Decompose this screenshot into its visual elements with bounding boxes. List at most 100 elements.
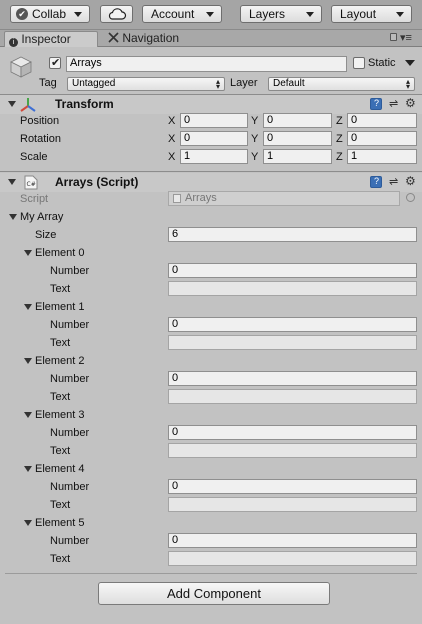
axis-x-label: X: [168, 151, 176, 163]
scale-label: Scale: [20, 151, 48, 163]
position-y-field[interactable]: 0: [263, 113, 332, 128]
csharp-script-icon: C#: [24, 175, 38, 190]
static-label: Static: [368, 57, 396, 69]
layout-dropdown[interactable]: Layout: [331, 5, 412, 23]
tag-dropdown[interactable]: Untagged ▴ ▾: [67, 77, 225, 91]
navigation-icon: [108, 32, 119, 43]
number-label: Number: [50, 265, 90, 277]
scale-z-field[interactable]: 1: [347, 149, 417, 164]
element-text-field[interactable]: [168, 497, 417, 512]
axis-y-label: Y: [251, 133, 259, 145]
preset-icon[interactable]: ⇌: [389, 98, 401, 110]
chevron-down-icon: [206, 12, 214, 17]
element-text-field[interactable]: [168, 443, 417, 458]
info-icon: i: [9, 38, 18, 47]
array-size-field[interactable]: 6: [168, 227, 417, 242]
rotation-y-field[interactable]: 0: [263, 131, 332, 146]
element-label[interactable]: Element 3: [35, 408, 85, 422]
text-label: Text: [50, 283, 71, 295]
element-number-field[interactable]: 0: [168, 371, 417, 386]
divider: [0, 171, 422, 172]
chevron-down-icon: [74, 12, 82, 17]
layer-dropdown[interactable]: Default ▴ ▾: [268, 77, 415, 91]
script-component-title: Arrays (Script): [55, 175, 139, 189]
collab-check-icon: ✔: [16, 8, 28, 20]
tag-label: Tag: [39, 77, 57, 89]
account-dropdown[interactable]: Account: [142, 5, 222, 23]
element-text-field[interactable]: [168, 389, 417, 404]
fold-arrow-icon[interactable]: [24, 466, 32, 472]
layers-dropdown[interactable]: Layers: [240, 5, 322, 23]
lock-icon[interactable]: [390, 33, 397, 41]
fold-arrow-icon[interactable]: [24, 520, 32, 526]
scale-y-field[interactable]: 1: [263, 149, 332, 164]
element-label[interactable]: Element 5: [35, 516, 85, 530]
element-text-field[interactable]: [168, 281, 417, 296]
panel-menu-icon[interactable]: ▾≡: [400, 31, 412, 45]
axis-x-label: X: [168, 133, 176, 145]
layers-label: Layers: [249, 7, 286, 21]
position-x-field[interactable]: 0: [180, 113, 248, 128]
number-label: Number: [50, 319, 90, 331]
script-component-header[interactable]: C# Arrays (Script) ? ⇌ ⚙: [0, 173, 422, 192]
element-number-field[interactable]: 0: [168, 479, 417, 494]
transform-header[interactable]: Transform ? ⇌ ⚙: [0, 95, 422, 114]
gear-icon[interactable]: ⚙: [405, 175, 417, 187]
number-label: Number: [50, 481, 90, 493]
object-name-field[interactable]: Arrays: [66, 56, 347, 72]
static-checkbox[interactable]: [353, 57, 365, 69]
element-number-field[interactable]: 0: [168, 317, 417, 332]
active-checkbox[interactable]: ✔: [49, 57, 61, 69]
scale-x-field[interactable]: 1: [180, 149, 248, 164]
element-label[interactable]: Element 0: [35, 246, 85, 260]
help-icon[interactable]: ?: [370, 98, 382, 110]
element-number-field[interactable]: 0: [168, 425, 417, 440]
text-label: Text: [50, 391, 71, 403]
axis-z-label: Z: [336, 151, 343, 163]
fold-arrow-icon[interactable]: [8, 179, 16, 185]
fold-arrow-icon[interactable]: [24, 250, 32, 256]
rotation-x-field[interactable]: 0: [180, 131, 248, 146]
element-label[interactable]: Element 1: [35, 300, 85, 314]
cloud-button[interactable]: [100, 5, 133, 23]
top-toolbar: ✔ Collab Account Layers Layout: [0, 0, 422, 30]
fold-arrow-icon[interactable]: [8, 101, 16, 107]
add-component-button[interactable]: Add Component: [98, 582, 330, 605]
divider: [5, 573, 417, 574]
number-label: Number: [50, 427, 90, 439]
collab-button[interactable]: ✔ Collab: [10, 5, 90, 23]
text-label: Text: [50, 553, 71, 565]
object-picker-icon[interactable]: [406, 193, 415, 202]
fold-arrow-icon[interactable]: [24, 358, 32, 364]
axis-y-label: Y: [251, 115, 259, 127]
element-label[interactable]: Element 2: [35, 354, 85, 368]
rotation-z-field[interactable]: 0: [347, 131, 417, 146]
element-number-field[interactable]: 0: [168, 533, 417, 548]
gear-icon[interactable]: ⚙: [405, 97, 417, 109]
fold-arrow-icon[interactable]: [9, 214, 17, 220]
static-dropdown-arrow-icon[interactable]: [405, 60, 415, 66]
tab-navigation[interactable]: Navigation: [104, 31, 204, 47]
script-label: Script: [20, 193, 49, 205]
tab-navigation-label: Navigation: [122, 31, 180, 45]
element-text-field[interactable]: [168, 335, 417, 350]
svg-text:C#: C#: [27, 181, 36, 188]
text-label: Text: [50, 499, 71, 511]
axis-z-label: Z: [336, 133, 343, 145]
dropdown-arrows-icon: ▴ ▾: [405, 77, 410, 91]
element-text-field[interactable]: [168, 551, 417, 566]
preset-icon[interactable]: ⇌: [389, 176, 401, 188]
size-label: Size: [35, 229, 57, 241]
chevron-down-icon: [396, 12, 404, 17]
help-icon[interactable]: ?: [370, 176, 382, 188]
panel-tab-bar: i Inspector Navigation ▾≡: [0, 30, 422, 47]
element-label[interactable]: Element 4: [35, 462, 85, 476]
element-number-field[interactable]: 0: [168, 263, 417, 278]
position-z-field[interactable]: 0: [347, 113, 417, 128]
dropdown-arrows-icon: ▴ ▾: [215, 77, 220, 91]
fold-arrow-icon[interactable]: [24, 412, 32, 418]
tab-inspector[interactable]: i Inspector: [4, 31, 98, 47]
axis-z-label: Z: [336, 115, 343, 127]
my-array-label[interactable]: My Array: [20, 210, 63, 224]
fold-arrow-icon[interactable]: [24, 304, 32, 310]
